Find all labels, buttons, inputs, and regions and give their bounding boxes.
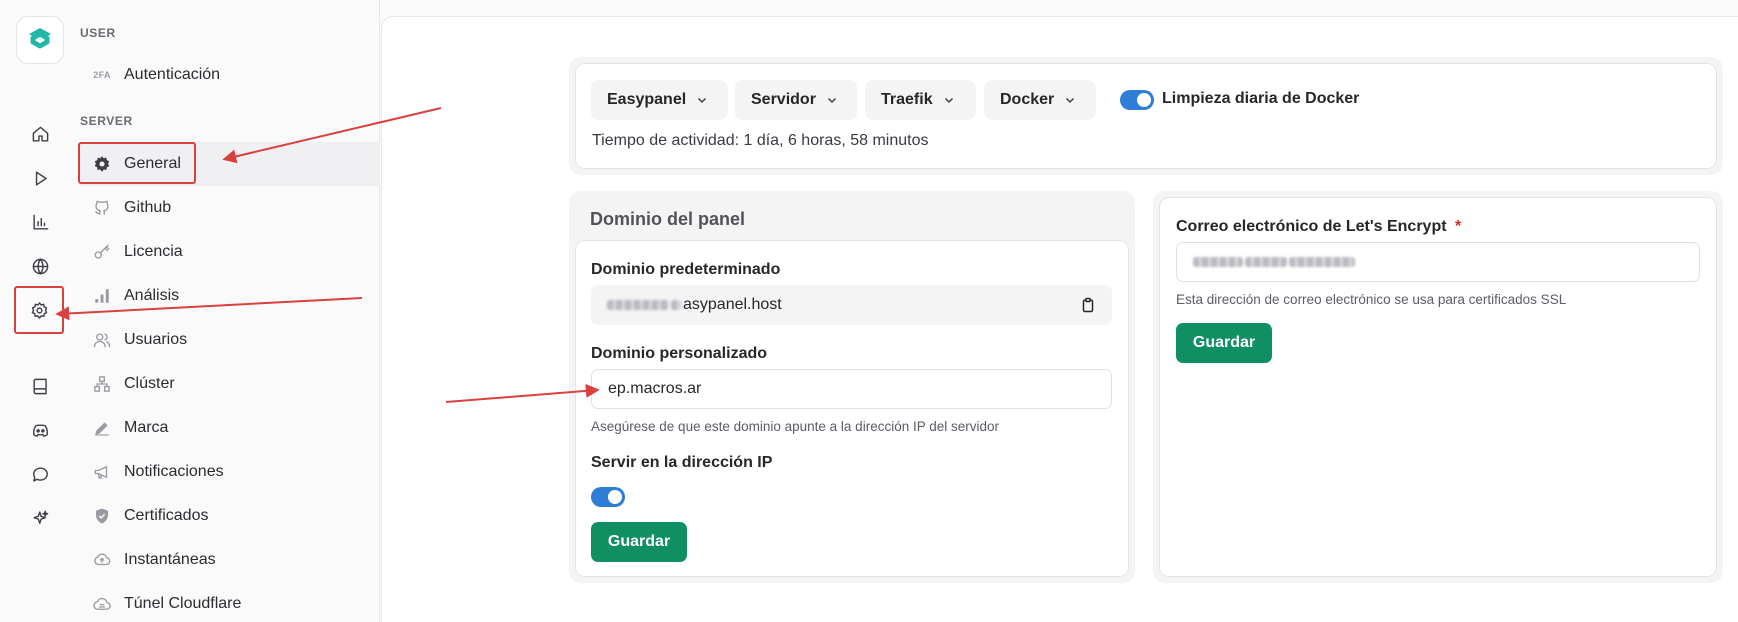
chat-bubble-icon[interactable] (26, 460, 54, 488)
discord-icon[interactable] (26, 416, 54, 444)
github-icon (92, 198, 112, 218)
server-section-label: SERVER (80, 114, 133, 128)
sidebar-item-label: Autenticación (124, 66, 221, 83)
play-icon[interactable] (26, 164, 54, 192)
custom-domain-input[interactable]: ep.macros.ar (591, 369, 1112, 409)
letsencrypt-email-input[interactable] (1176, 242, 1700, 282)
default-domain-field: asypanel.host (591, 285, 1112, 325)
sidebar-item-label: Túnel Cloudflare (124, 595, 242, 612)
easypanel-menu-button[interactable]: Easypanel (591, 80, 728, 120)
sidebar-item-licencia[interactable]: Licencia (80, 230, 380, 274)
sidebar-item-label: Análisis (124, 287, 180, 304)
sidebar-item-usuarios[interactable]: Usuarios (80, 318, 380, 362)
sidebar-item-notificaciones[interactable]: Notificaciones (80, 450, 380, 494)
docker-cleanup-toggle[interactable] (1120, 90, 1154, 110)
clipboard-copy-icon[interactable] (1080, 297, 1096, 313)
megaphone-icon (92, 462, 112, 482)
sidebar-item-cluster[interactable]: Clúster (80, 362, 380, 406)
sidebar-item-label: Notificaciones (124, 463, 224, 480)
sidebar-item-label: Marca (124, 419, 169, 436)
default-domain-label: Dominio predeterminado (591, 261, 781, 278)
sidebar-item-label: Certificados (124, 507, 209, 524)
app-logo[interactable] (16, 16, 64, 64)
menu-label: Traefik (881, 91, 933, 108)
custom-domain-hint: Asegúrese de que este dominio apunte a l… (591, 419, 1000, 434)
sidebar-item-autenticacion[interactable]: 2FA Autenticación (80, 53, 380, 97)
sidebar-item-label: Licencia (124, 243, 183, 260)
sidebar-item-tunel-cloudflare[interactable]: Túnel Cloudflare (80, 582, 380, 622)
globe-icon[interactable] (26, 252, 54, 280)
settings-sidebar: USER 2FA Autenticación SERVER General Gi… (80, 0, 380, 622)
sidebar-item-label: Clúster (124, 375, 175, 392)
letsencrypt-email-label: Correo electrónico de Let's Encrypt * (1176, 218, 1461, 236)
docker-menu-button[interactable]: Docker (984, 80, 1096, 120)
home-icon[interactable] (26, 120, 54, 148)
menu-label: Docker (1000, 91, 1055, 108)
user-section-label: USER (80, 26, 116, 40)
redacted-text (607, 300, 669, 310)
book-icon[interactable] (26, 372, 54, 400)
uptime-text: Tiempo de actividad: 1 día, 6 horas, 58 … (592, 132, 929, 149)
users-icon (92, 330, 112, 350)
redacted-text (1289, 257, 1355, 267)
annotation-highlight-general (78, 142, 196, 184)
sidebar-item-label: Usuarios (124, 331, 188, 348)
two-factor-icon: 2FA (92, 65, 112, 85)
settings-gear-icon[interactable] (14, 286, 64, 334)
sidebar-item-analisis[interactable]: Análisis (80, 274, 380, 318)
easypanel-logo-icon (29, 28, 51, 49)
letsencrypt-save-button[interactable]: Guardar (1176, 323, 1272, 363)
panel-domain-save-button[interactable]: Guardar (591, 522, 687, 562)
custom-domain-value: ep.macros.ar (608, 380, 702, 397)
sidebar-item-marca[interactable]: Marca (80, 406, 380, 450)
traefik-menu-button[interactable]: Traefik (865, 80, 976, 120)
chevron-down-icon (698, 97, 707, 104)
sidebar-item-label: Github (124, 199, 172, 216)
chevron-down-icon (1066, 97, 1075, 104)
redacted-text (1193, 257, 1243, 267)
menu-label: Servidor (751, 91, 816, 108)
panel-domain-title: Dominio del panel (590, 209, 746, 229)
serve-ip-toggle[interactable] (591, 487, 625, 507)
default-domain-value: asypanel.host (683, 296, 782, 313)
sidebar-item-instantaneas[interactable]: Instantáneas (80, 538, 380, 582)
docker-cleanup-label: Limpieza diaria de Docker (1162, 90, 1360, 107)
chevron-down-icon (827, 97, 836, 104)
letsencrypt-email-label-text: Correo electrónico de Let's Encrypt (1176, 218, 1447, 235)
chevron-down-icon (944, 97, 953, 104)
serve-ip-label: Servir en la dirección IP (591, 454, 773, 471)
sparkles-icon[interactable] (26, 504, 54, 532)
custom-domain-label: Dominio personalizado (591, 345, 768, 362)
two-factor-badge: 2FA (93, 70, 111, 80)
app-window: USER 2FA Autenticación SERVER General Gi… (0, 0, 1738, 622)
servidor-menu-button[interactable]: Servidor (735, 80, 857, 120)
sidebar-item-certificados[interactable]: Certificados (80, 494, 380, 538)
redacted-text (671, 300, 681, 310)
required-asterisk: * (1455, 218, 1462, 235)
menu-label: Easypanel (607, 91, 687, 108)
shield-check-icon (92, 506, 112, 526)
network-icon (92, 374, 112, 394)
cloud-tunnel-icon (92, 594, 112, 614)
key-icon (92, 242, 112, 262)
sidebar-item-label: Instantáneas (124, 551, 216, 568)
redacted-text (1245, 257, 1287, 267)
cloud-upload-icon (92, 550, 112, 570)
sidebar-item-github[interactable]: Github (80, 186, 380, 230)
bar-chart-icon[interactable] (26, 208, 54, 236)
signal-bars-icon (92, 286, 112, 306)
icon-rail (0, 0, 80, 622)
letsencrypt-email-hint: Esta dirección de correo electrónico se … (1176, 292, 1567, 307)
pen-icon (92, 418, 112, 438)
